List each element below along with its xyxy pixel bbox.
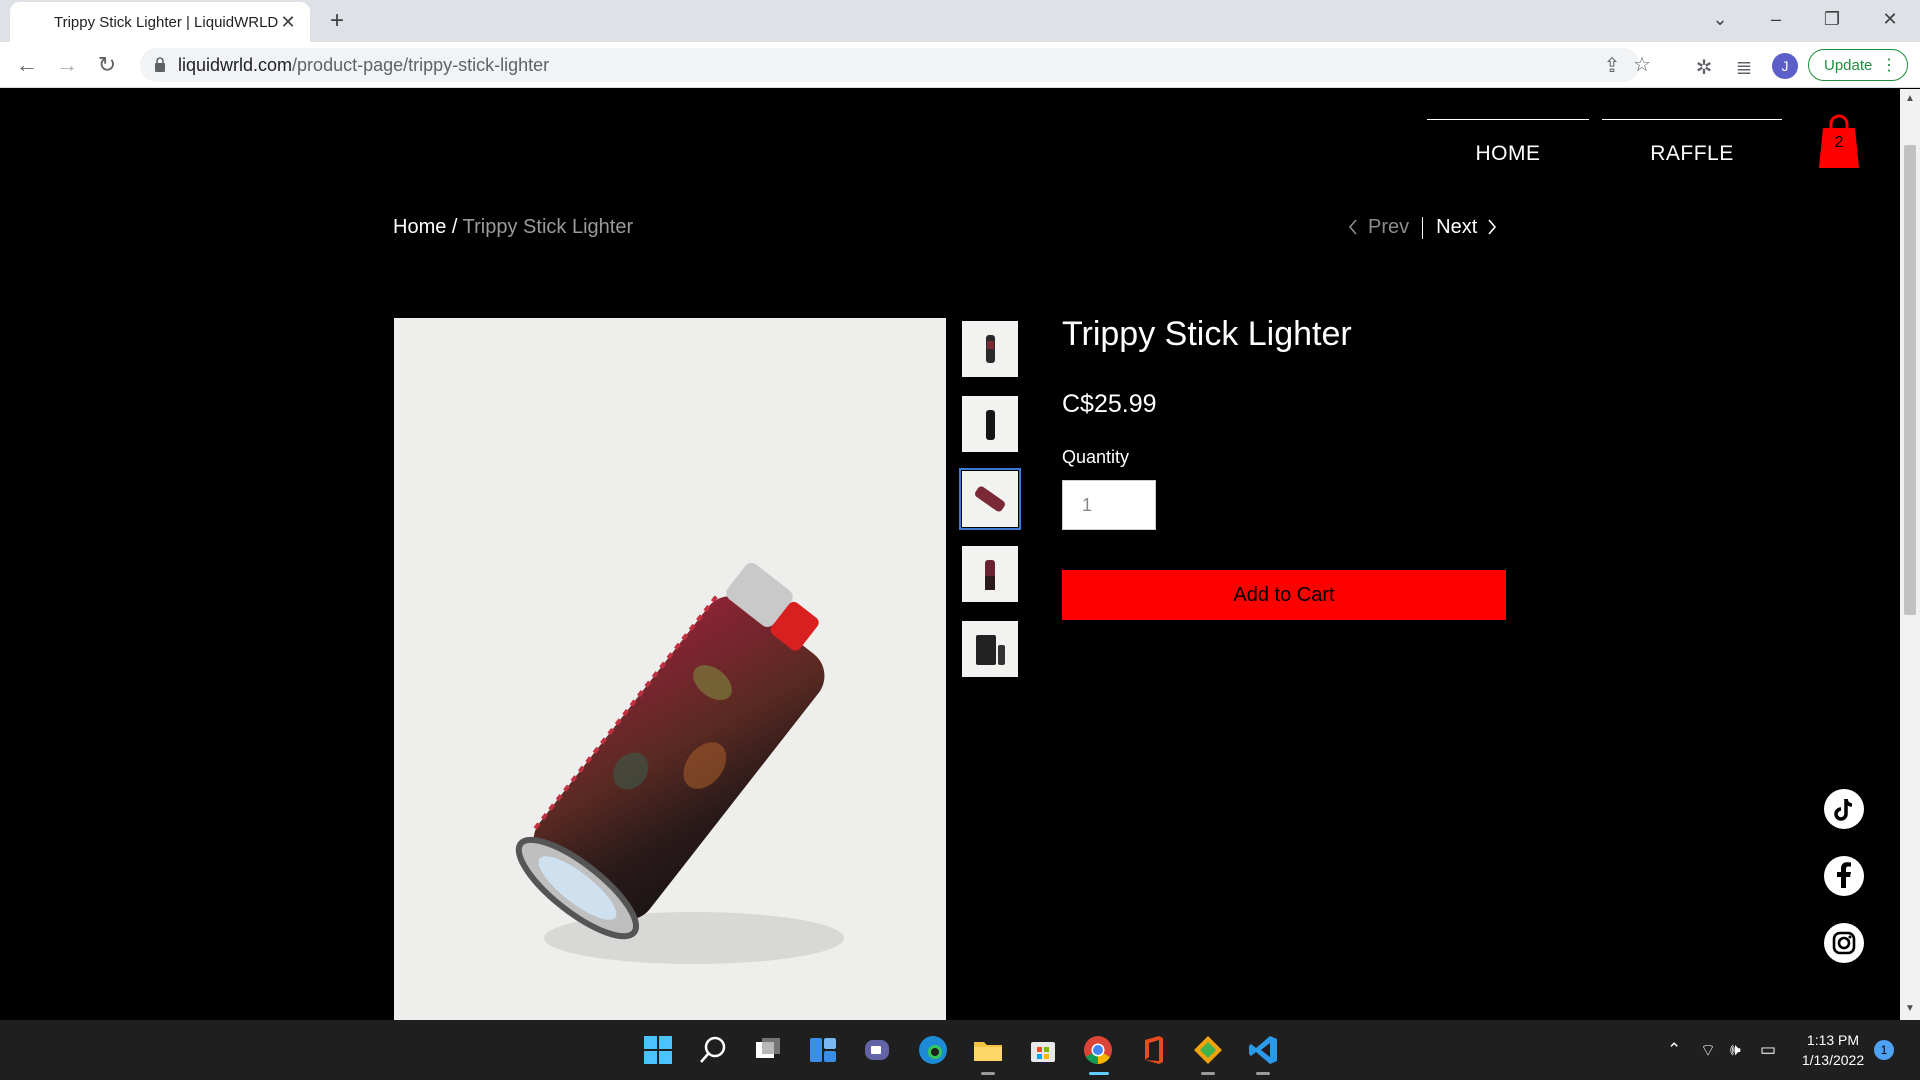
notification-badge[interactable]: 1 xyxy=(1874,1040,1894,1060)
back-button[interactable]: ← xyxy=(12,50,42,80)
cart-count: 2 xyxy=(1834,134,1844,151)
quantity-label: Quantity xyxy=(1062,447,1130,467)
vscode-icon[interactable] xyxy=(1247,1034,1279,1066)
product-thumbnail-1[interactable] xyxy=(962,321,1018,377)
thumbnail-lighter-image xyxy=(986,410,995,440)
vscode-indicator xyxy=(1256,1072,1270,1075)
lock-icon xyxy=(155,57,165,72)
tab-search-icon[interactable]: ⌄ xyxy=(1700,4,1740,34)
page-scrollbar[interactable]: ▲ ▼ xyxy=(1900,89,1920,1020)
battery-icon[interactable]: ▭ xyxy=(1760,1040,1776,1060)
profile-avatar[interactable]: J xyxy=(1772,53,1798,79)
minimize-button[interactable]: – xyxy=(1756,4,1796,34)
next-button[interactable]: Next xyxy=(1436,216,1497,239)
teams-chat-icon[interactable] xyxy=(862,1034,894,1066)
breadcrumb-current: Trippy Stick Lighter xyxy=(462,216,634,238)
product-pager: Prev Next xyxy=(1348,216,1497,239)
product-main-image[interactable] xyxy=(394,318,946,1020)
tray-overflow-icon[interactable]: ⌃ xyxy=(1667,1040,1681,1060)
chrome-active-indicator xyxy=(1089,1072,1109,1075)
facebook-icon xyxy=(1837,862,1851,888)
restore-button[interactable]: ❐ xyxy=(1812,4,1852,34)
nav-raffle[interactable]: RAFFLE xyxy=(1602,119,1782,165)
url-text: liquidwrld.com/product-page/trippy-stick… xyxy=(178,54,550,75)
pager-divider xyxy=(1422,216,1424,239)
update-button[interactable]: Update ⋮ xyxy=(1808,49,1908,81)
file-explorer-icon[interactable] xyxy=(972,1034,1004,1066)
quantity-input[interactable]: 1 xyxy=(1062,480,1156,530)
widgets-icon[interactable] xyxy=(807,1034,839,1066)
scroll-up-icon[interactable]: ▲ xyxy=(1905,93,1915,104)
thumbnail-lighter-image xyxy=(985,560,995,590)
search-icon[interactable] xyxy=(697,1034,729,1066)
clock-date: 1/13/2022 xyxy=(1801,1052,1865,1068)
instagram-link[interactable] xyxy=(1824,923,1864,963)
system-clock[interactable]: 1:13 PM 1/13/2022 xyxy=(1798,1030,1868,1070)
reload-button[interactable]: ↻ xyxy=(92,50,122,80)
add-to-cart-button[interactable]: Add to Cart xyxy=(1062,570,1506,620)
facebook-link[interactable] xyxy=(1824,856,1864,896)
browser-tab[interactable]: Trippy Stick Lighter | LiquidWRLD ✕ xyxy=(10,2,310,42)
wifi-icon[interactable]: ⌔ xyxy=(1700,1040,1716,1061)
breadcrumb: Home / Trippy Stick Lighter xyxy=(393,216,633,239)
product-thumbnail-2[interactable] xyxy=(962,396,1018,452)
menu-dots-icon: ⋮ xyxy=(1881,57,1897,74)
page-content: HOME RAFFLE 2 Home / Trippy Stick Lighte… xyxy=(0,89,1900,1020)
browser-toolbar: ← → ↻ liquidwrld.com/product-page/trippy… xyxy=(0,42,1920,88)
tiktok-link[interactable] xyxy=(1824,789,1864,829)
tab-close-icon[interactable]: ✕ xyxy=(278,12,298,33)
share-icon[interactable]: ⇪ xyxy=(1600,53,1624,78)
new-tab-button[interactable]: + xyxy=(322,6,352,36)
thumbnail-package-image xyxy=(976,635,1005,665)
taskbar: ⌃ ⌔ 🕪 ▭ 1:13 PM 1/13/2022 1 xyxy=(0,1020,1920,1080)
lighter-photo xyxy=(515,562,844,964)
git-tool-indicator xyxy=(1201,1072,1215,1075)
scroll-thumb[interactable] xyxy=(1904,145,1916,615)
task-view-icon[interactable] xyxy=(752,1034,784,1066)
microsoft-store-icon[interactable] xyxy=(1027,1034,1059,1066)
address-bar[interactable]: liquidwrld.com/product-page/trippy-stick… xyxy=(140,48,1651,82)
media-control-icon[interactable]: ≣ xyxy=(1732,55,1756,80)
product-thumbnail-4[interactable] xyxy=(962,546,1018,602)
forward-button[interactable]: → xyxy=(52,50,82,80)
thumbnail-lighter-image xyxy=(986,335,995,363)
instagram-icon xyxy=(1832,931,1856,955)
bookmark-star-icon[interactable]: ☆ xyxy=(1630,52,1654,77)
breadcrumb-separator: / xyxy=(446,216,463,238)
volume-icon[interactable]: 🕪 xyxy=(1730,1040,1741,1060)
thumbnail-lighter-image xyxy=(975,486,1005,512)
tab-strip: Trippy Stick Lighter | LiquidWRLD ✕ + ⌄ … xyxy=(0,0,1920,42)
product-title: Trippy Stick Lighter xyxy=(1062,315,1352,353)
tiktok-icon xyxy=(1834,798,1853,821)
office-icon[interactable] xyxy=(1137,1034,1169,1066)
product-thumbnail-3[interactable] xyxy=(959,468,1021,530)
prev-button[interactable]: Prev xyxy=(1348,216,1409,239)
clock-time: 1:13 PM xyxy=(1806,1032,1860,1048)
file-explorer-indicator xyxy=(981,1072,995,1075)
extensions-icon[interactable]: ✲ xyxy=(1692,55,1716,80)
scroll-down-icon[interactable]: ▼ xyxy=(1905,1003,1915,1014)
cart-button[interactable]: 2 xyxy=(1819,114,1859,168)
close-window-button[interactable]: ✕ xyxy=(1870,4,1910,34)
tab-title: Trippy Stick Lighter | LiquidWRLD xyxy=(54,13,278,31)
git-tool-icon[interactable] xyxy=(1192,1034,1224,1066)
nav-home[interactable]: HOME xyxy=(1427,119,1589,165)
breadcrumb-home[interactable]: Home xyxy=(393,216,446,238)
chrome-icon[interactable] xyxy=(1082,1034,1114,1066)
edge-browser-icon[interactable] xyxy=(917,1034,949,1066)
product-price: C$25.99 xyxy=(1062,390,1157,418)
windows-start-icon[interactable] xyxy=(642,1034,674,1066)
chevron-right-icon xyxy=(1488,219,1497,235)
product-thumbnail-5[interactable] xyxy=(962,621,1018,677)
chevron-left-icon xyxy=(1348,219,1357,235)
